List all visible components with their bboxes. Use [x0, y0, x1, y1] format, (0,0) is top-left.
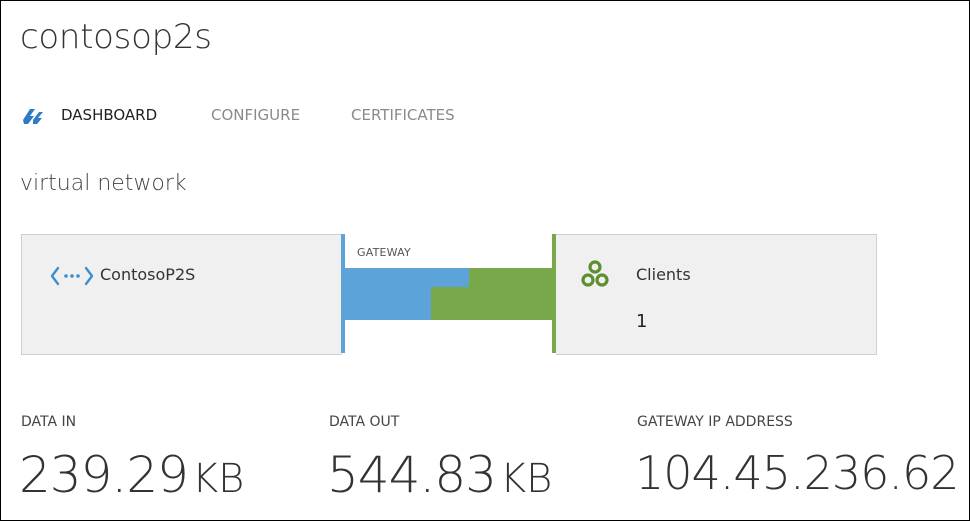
data-out-label: DATA OUT [329, 414, 400, 430]
data-out-unit: KB [499, 456, 553, 502]
data-in-label: DATA IN [21, 414, 77, 430]
data-in-number: 239.29 [19, 446, 189, 504]
gateway-ip-label: GATEWAY IP ADDRESS [637, 414, 793, 430]
section-title: virtual network [20, 171, 187, 196]
data-in-unit: KB [191, 456, 245, 502]
gateway-label: GATEWAY [357, 246, 411, 259]
data-in-value: 239.29 KB [19, 446, 244, 504]
clients-icon [581, 260, 609, 287]
page-title: contosop2s [20, 17, 212, 57]
vnet-node[interactable]: ContosoP2S [21, 234, 342, 355]
virtual-network-icon [50, 266, 94, 286]
tab-dashboard[interactable]: DASHBOARD [61, 106, 157, 124]
clients-node[interactable]: Clients 1 [556, 234, 877, 355]
clients-count: 1 [636, 311, 648, 332]
page-frame: contosop2s DASHBOARD CONFIGURE CERTIFICA… [0, 0, 970, 521]
tab-configure[interactable]: CONFIGURE [211, 106, 300, 124]
cloud-lightning-icon [23, 109, 43, 124]
data-out-number: 544.83 [327, 446, 497, 504]
gateway-ip-value: 104.45.236.62 [635, 446, 960, 500]
tab-certificates[interactable]: CERTIFICATES [351, 106, 455, 124]
data-out-value: 544.83 KB [327, 446, 552, 504]
clients-label: Clients [636, 265, 691, 284]
vnet-name: ContosoP2S [100, 265, 196, 284]
